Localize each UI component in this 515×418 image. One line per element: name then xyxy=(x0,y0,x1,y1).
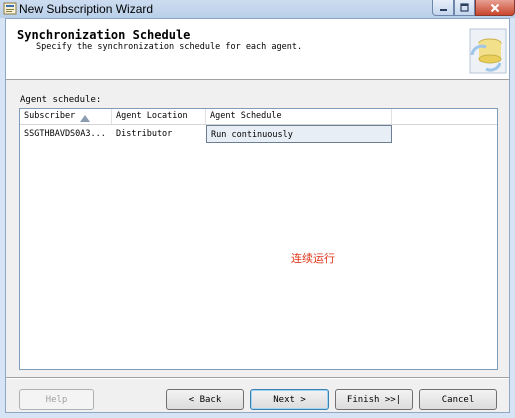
next-button-label: Next > xyxy=(273,394,306,405)
back-button-label: < Back xyxy=(188,394,222,405)
close-button[interactable] xyxy=(475,0,515,16)
close-icon xyxy=(490,3,500,12)
annotation-text: 连续运行 xyxy=(291,252,335,265)
wizard-window: New Subscription Wizard Synchronization … xyxy=(0,0,515,418)
maximize-button[interactable] xyxy=(454,0,475,16)
help-button-label: Help xyxy=(45,394,68,405)
column-header-agent-schedule[interactable]: Agent Schedule xyxy=(206,109,392,124)
window-title: New Subscription Wizard xyxy=(19,2,154,16)
wizard-client-area: Synchronization Schedule Specify the syn… xyxy=(5,18,510,413)
page-header: Synchronization Schedule Specify the syn… xyxy=(6,19,509,80)
maximize-icon xyxy=(460,3,469,12)
column-header-label: Agent Location xyxy=(116,111,188,121)
column-header-label: Agent Schedule xyxy=(210,111,282,121)
sort-ascending-icon xyxy=(80,113,90,122)
database-sync-graphic xyxy=(464,25,508,75)
back-button[interactable]: < Back xyxy=(166,389,244,410)
cell-subscriber[interactable]: SSGTHBAVDS0A3... xyxy=(20,125,112,143)
page-subtitle: Specify the synchronization schedule for… xyxy=(36,42,303,52)
agent-schedule-label: Agent schedule: xyxy=(20,95,102,105)
minimize-button[interactable] xyxy=(432,0,454,16)
column-header-subscriber[interactable]: Subscriber xyxy=(20,109,112,124)
column-header-label: Subscriber xyxy=(24,111,76,121)
title-bar[interactable]: New Subscription Wizard xyxy=(0,0,515,18)
wizard-app-icon xyxy=(3,2,17,15)
cancel-button[interactable]: Cancel xyxy=(419,389,497,410)
next-button[interactable]: Next > xyxy=(250,389,329,410)
cell-agent-schedule[interactable]: Run continuously xyxy=(206,125,392,143)
column-header-agent-location[interactable]: Agent Location xyxy=(112,109,206,124)
help-button[interactable]: Help xyxy=(19,389,94,410)
page-title: Synchronization Schedule xyxy=(17,28,191,42)
agent-schedule-grid[interactable]: Subscriber Agent Location Agent Schedule… xyxy=(19,108,498,370)
minimize-icon xyxy=(439,9,447,11)
finish-button[interactable]: Finish >>| xyxy=(335,389,413,410)
finish-button-label: Finish >>| xyxy=(346,394,402,405)
cell-agent-location[interactable]: Distributor xyxy=(112,125,206,143)
footer-divider xyxy=(6,377,509,379)
grid-header: Subscriber Agent Location Agent Schedule xyxy=(20,109,497,125)
cancel-button-label: Cancel xyxy=(441,394,475,405)
